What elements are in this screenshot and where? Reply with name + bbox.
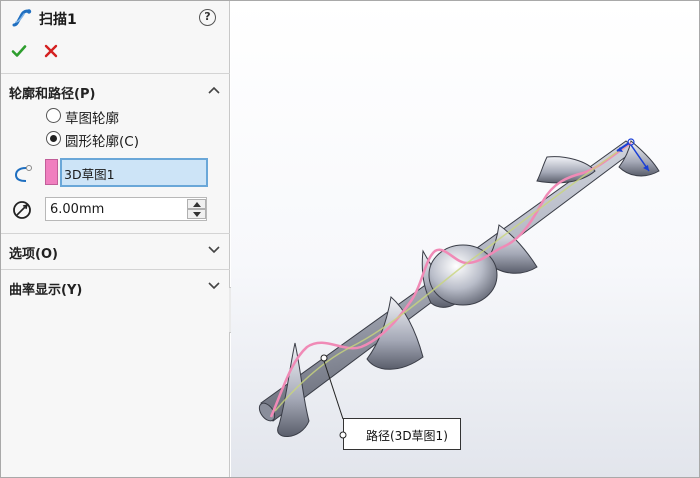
callout-anchor-point (320, 354, 328, 362)
help-icon[interactable]: ? (199, 9, 216, 26)
sweep-bulb[interactable] (428, 244, 498, 306)
section-curvature-display-header[interactable]: 曲率显示(Y) (1, 269, 230, 303)
path-color-swatch (45, 159, 58, 185)
path-selection-icon (14, 165, 32, 182)
graphics-viewport[interactable]: 路径(3D草图1) (231, 1, 699, 477)
chevron-down-icon[interactable] (208, 282, 220, 290)
section-label: 选项(O) (9, 247, 58, 262)
path-callout[interactable]: 路径(3D草图1) (339, 418, 461, 450)
diameter-spinbox[interactable] (45, 197, 207, 221)
arrow-down-icon (193, 212, 201, 217)
panel-titlebar: 扫描1 ? (1, 1, 230, 35)
section-options-header[interactable]: 选项(O) (1, 233, 230, 267)
path-selection-box[interactable]: 3D草图1 (60, 158, 208, 187)
selected-path-item[interactable]: 3D草图1 (64, 164, 115, 183)
arrow-up-icon (193, 202, 201, 207)
diameter-input[interactable] (46, 198, 184, 220)
ok-checkmark-icon[interactable] (11, 43, 27, 59)
sweep-model-view[interactable] (231, 1, 699, 477)
section-profile-and-path-header[interactable]: 轮廓和路径(P) (1, 73, 230, 107)
property-manager-panel: 扫描1 ? 轮廓和路径(P) 草图轮廓 圆形轮廓(C) 3D草图1 6.00mm… (1, 1, 230, 477)
diameter-icon (13, 201, 31, 219)
chevron-up-icon[interactable] (208, 86, 220, 94)
radio-label: 圆形轮廓(C) (65, 134, 139, 150)
section-label: 曲率显示(Y) (9, 283, 83, 298)
cancel-x-icon[interactable] (44, 44, 58, 58)
sweep-feature-icon (12, 9, 32, 27)
spin-up-button[interactable] (187, 199, 206, 209)
section-label: 轮廓和路径(P) (9, 87, 96, 102)
spin-down-button[interactable] (187, 209, 206, 219)
radio-label: 草图轮廓 (65, 111, 119, 127)
radio-button-selected[interactable] (46, 131, 61, 146)
callout-label: 路径(3D草图1) (366, 429, 448, 443)
panel-title: 扫描1 (39, 12, 77, 28)
callout-handle-icon (339, 431, 347, 439)
radio-button[interactable] (46, 108, 61, 123)
chevron-down-icon[interactable] (208, 246, 220, 254)
